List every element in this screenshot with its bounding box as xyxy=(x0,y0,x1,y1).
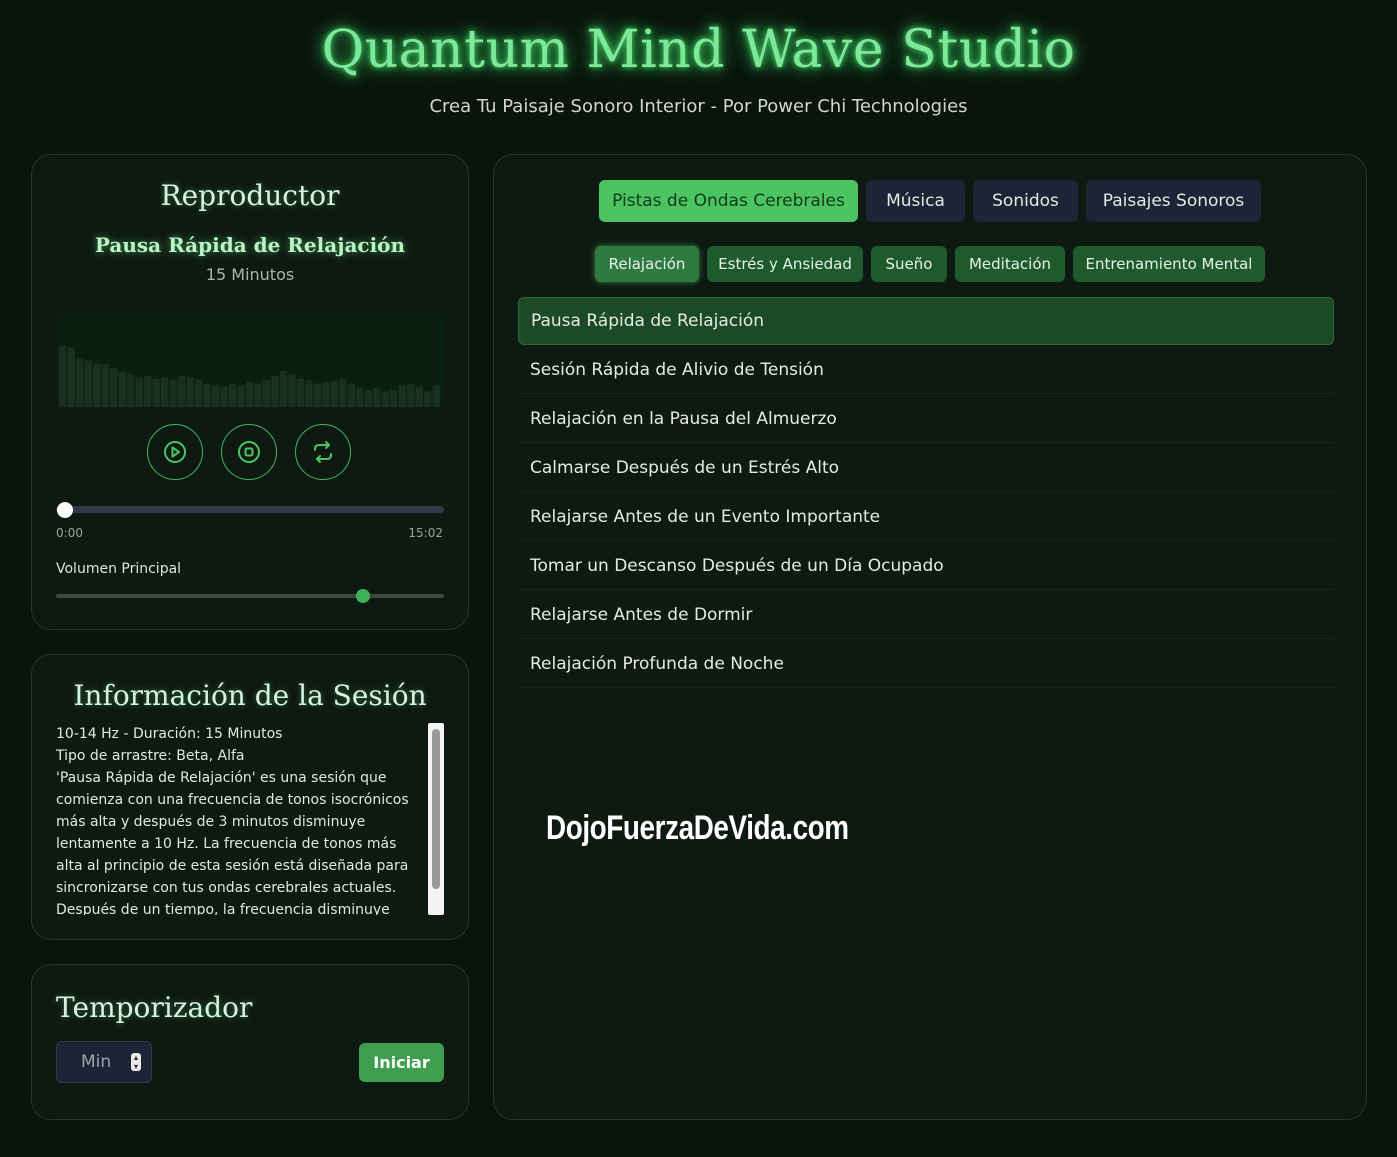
session-info-panel: Información de la Sesión 10-14 Hz - Dura… xyxy=(31,654,469,940)
track-item[interactable]: Tomar un Descanso Después de un Día Ocup… xyxy=(518,542,1334,590)
visualizer-bar xyxy=(84,360,92,407)
loop-icon xyxy=(314,441,332,463)
visualizer-bar xyxy=(245,382,254,407)
visualizer-bar xyxy=(356,387,364,407)
visualizer-bar xyxy=(296,378,305,407)
timer-heading: Temporizador xyxy=(56,991,253,1024)
visualizer-bar xyxy=(143,375,152,407)
session-scroll-thumb[interactable] xyxy=(432,729,440,889)
visualizer-bar xyxy=(101,364,109,407)
progress-bar[interactable] xyxy=(56,506,444,513)
visualizer-bar xyxy=(67,347,75,407)
watermark-text: DojoFuerzaDeVida.com xyxy=(546,809,849,847)
time-total: 15:02 xyxy=(408,526,443,540)
visualizer-bar xyxy=(288,374,296,407)
visualizer-bar xyxy=(415,386,423,407)
session-scrollbar[interactable] xyxy=(428,723,444,915)
progress-thumb[interactable] xyxy=(57,502,73,518)
visualizer-bar xyxy=(347,383,356,407)
track-item[interactable]: Relajación en la Pausa del Almuerzo xyxy=(518,395,1334,443)
app-title: Quantum Mind Wave Studio xyxy=(321,20,1076,80)
visualizer-bar xyxy=(390,389,398,407)
visualizer-bar xyxy=(126,374,135,407)
library-panel: Pistas de Ondas Cerebrales Música Sonido… xyxy=(493,154,1367,1120)
visualizer-bar xyxy=(203,383,211,407)
tab-brainwave-tracks[interactable]: Pistas de Ondas Cerebrales xyxy=(599,180,858,222)
subtab-sleep[interactable]: Sueño xyxy=(871,246,947,282)
visualizer-bar xyxy=(305,380,313,407)
stop-icon xyxy=(238,441,260,463)
subtab-meditation[interactable]: Meditación xyxy=(955,246,1065,282)
timer-panel: Temporizador ▴▾ Iniciar xyxy=(31,964,469,1120)
visualizer-bar xyxy=(135,377,143,407)
visualizer-bar xyxy=(160,377,169,407)
visualizer-bar xyxy=(271,375,279,407)
visualizer-bar xyxy=(364,389,373,407)
visualizer-bar xyxy=(177,375,186,407)
session-description[interactable]: 10-14 Hz - Duración: 15 Minutos Tipo de … xyxy=(56,723,420,915)
visualizer-bar xyxy=(211,385,220,407)
tab-music[interactable]: Música xyxy=(866,180,965,222)
current-track-duration: 15 Minutos xyxy=(205,265,295,284)
visualizer-bar xyxy=(59,346,67,407)
timer-start-button[interactable]: Iniciar xyxy=(359,1043,444,1082)
visualizer-bar xyxy=(228,383,237,407)
loop-button[interactable] xyxy=(295,424,351,480)
track-item[interactable]: Sesión Rápida de Alivio de Tensión xyxy=(518,346,1334,394)
subtab-stress-anxiety[interactable]: Estrés y Ansiedad xyxy=(707,246,863,282)
time-current: 0:00 xyxy=(56,526,83,540)
volume-slider[interactable] xyxy=(56,594,444,598)
visualizer-bar xyxy=(93,363,101,407)
visualizer-bar xyxy=(169,379,177,407)
visualizer-bar xyxy=(220,386,228,407)
tab-soundscapes[interactable]: Paisajes Sonoros xyxy=(1086,180,1261,222)
visualizer-bar xyxy=(254,383,262,407)
visualizer-bar xyxy=(76,358,84,407)
tab-sounds[interactable]: Sonidos xyxy=(973,180,1078,222)
visualizer-bar xyxy=(279,371,288,407)
volume-label: Volumen Principal xyxy=(56,561,182,577)
visualizer-bar xyxy=(118,371,126,407)
track-item[interactable]: Relajarse Antes de Dormir xyxy=(518,591,1334,639)
visualizer-bar xyxy=(424,391,432,407)
visualizer-bars xyxy=(59,346,440,407)
visualizer-bar xyxy=(398,385,407,407)
current-track-title: Pausa Rápida de Relajación xyxy=(94,233,406,257)
visualizer-bar xyxy=(194,379,203,407)
track-item[interactable]: Pausa Rápida de Relajación xyxy=(518,297,1334,345)
player-panel: Reproductor Pausa Rápida de Relajación 1… xyxy=(31,154,469,630)
track-item[interactable]: Relajación Profunda de Noche xyxy=(518,640,1334,688)
session-frequency-line: 10-14 Hz - Duración: 15 Minutos xyxy=(56,726,283,742)
play-button[interactable] xyxy=(147,424,203,480)
visualizer-bar xyxy=(330,380,339,407)
stop-button[interactable] xyxy=(221,424,277,480)
visualizer-bar xyxy=(237,385,245,407)
visualizer-bar xyxy=(381,391,390,407)
app-subtitle: Crea Tu Paisaje Sonoro Interior - Por Po… xyxy=(429,96,968,117)
session-heading: Información de la Sesión xyxy=(73,679,427,712)
session-description-text: 'Pausa Rápida de Relajación' es una sesi… xyxy=(56,770,409,915)
timer-spinner-icon[interactable]: ▴ ▾ xyxy=(131,1053,141,1071)
visualizer-bar xyxy=(339,378,347,407)
visualizer-bar xyxy=(373,388,381,407)
volume-thumb[interactable] xyxy=(355,589,370,603)
visualizer-bar xyxy=(152,378,160,407)
visualizer-bar xyxy=(407,383,415,407)
play-icon xyxy=(164,441,186,463)
visualizer-bar xyxy=(322,382,330,407)
visualizer-bar xyxy=(262,380,271,407)
session-entrainment-line: Tipo de arrastre: Beta, Alfa xyxy=(56,748,245,764)
subtab-relaxation[interactable]: Relajación xyxy=(595,246,699,282)
player-heading: Reproductor xyxy=(160,179,340,212)
visualizer-bar xyxy=(186,377,194,407)
audio-visualizer xyxy=(56,311,444,407)
visualizer-bar xyxy=(432,385,440,407)
visualizer-bar xyxy=(313,383,322,407)
subtab-mental-training[interactable]: Entrenamiento Mental xyxy=(1073,246,1265,282)
track-item[interactable]: Calmarse Después de un Estrés Alto xyxy=(518,444,1334,492)
visualizer-bar xyxy=(109,368,118,407)
track-item[interactable]: Relajarse Antes de un Evento Importante xyxy=(518,493,1334,541)
